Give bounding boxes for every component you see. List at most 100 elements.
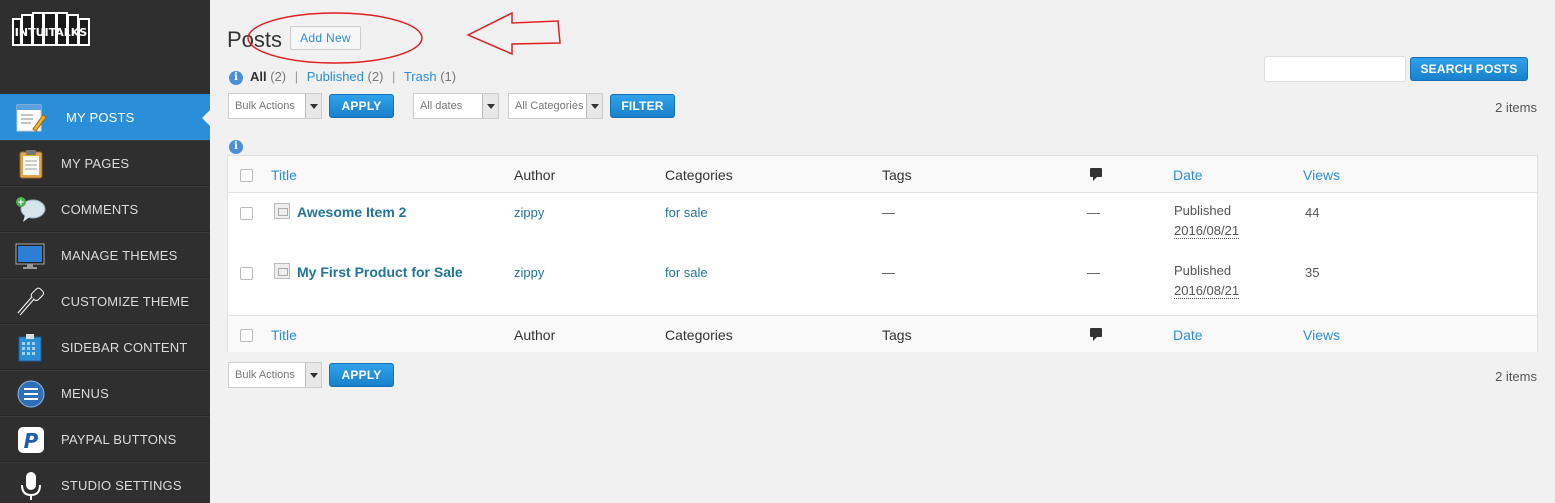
post-tags: — xyxy=(882,205,895,220)
sidebar-item-menus[interactable]: MENUS xyxy=(0,370,210,416)
sidebar-item-studio-settings[interactable]: STUDIO SETTINGS xyxy=(0,462,210,503)
table-row: My First Product for Sale zippy for sale… xyxy=(228,253,1537,313)
post-title-link[interactable]: My First Product for Sale xyxy=(297,264,463,280)
info-icon: i xyxy=(229,71,243,85)
post-status: Published xyxy=(1174,263,1232,278)
dates-select[interactable]: All dates xyxy=(413,93,499,119)
sidebar-item-label: PAYPAL BUTTONS xyxy=(61,432,177,447)
image-placeholder-icon xyxy=(274,263,290,279)
post-views: 35 xyxy=(1305,265,1320,280)
apply-button-top[interactable]: APPLY xyxy=(329,94,394,118)
row-checkbox[interactable] xyxy=(240,207,253,220)
filter-trash-count: (1) xyxy=(440,69,457,84)
column-tags: Tags xyxy=(882,327,912,343)
sidebar: INTUITALKS MY POSTS MY PAGES + COMMENTS … xyxy=(0,0,210,503)
bulk-actions-select-bottom[interactable]: Bulk Actions xyxy=(228,362,322,388)
bulk-actions-value: Bulk Actions xyxy=(235,100,295,112)
pages-icon xyxy=(19,150,43,179)
post-status: Published xyxy=(1174,203,1232,218)
sidebar-item-manage-themes[interactable]: MANAGE THEMES xyxy=(0,232,210,278)
post-category-link[interactable]: for sale xyxy=(665,205,708,220)
posts-icon xyxy=(16,104,47,132)
site-logo[interactable]: INTUITALKS xyxy=(12,10,90,52)
add-new-button[interactable]: Add New xyxy=(290,26,361,50)
table-row: Awesome Item 2 zippy for sale — — Publis… xyxy=(228,193,1537,253)
column-date[interactable]: Date xyxy=(1173,327,1203,343)
posts-table: Title Author Categories Tags Date Views … xyxy=(227,155,1538,352)
sidebar-item-label: MY POSTS xyxy=(66,110,135,125)
sidebar-item-label: MANAGE THEMES xyxy=(61,248,178,263)
post-date: Published 2016/08/21 xyxy=(1174,201,1240,241)
column-views[interactable]: Views xyxy=(1303,327,1340,343)
items-count-top: 2 items xyxy=(1495,100,1537,115)
column-date[interactable]: Date xyxy=(1173,167,1203,183)
post-tags: — xyxy=(882,265,895,280)
svg-text:P: P xyxy=(24,429,39,453)
sidebar-item-customize-theme[interactable]: CUSTOMIZE THEME xyxy=(0,278,210,324)
search-input[interactable] xyxy=(1264,56,1406,82)
paypal-icon: P xyxy=(18,427,44,453)
sidebar-item-my-pages[interactable]: MY PAGES xyxy=(0,140,210,186)
search-posts-button[interactable]: SEARCH POSTS xyxy=(1410,57,1528,81)
filter-separator: | xyxy=(294,69,299,84)
column-categories: Categories xyxy=(665,167,733,183)
filter-all[interactable]: All xyxy=(250,69,267,84)
chevron-down-icon xyxy=(586,94,602,118)
svg-text:INTUITALKS: INTUITALKS xyxy=(15,26,88,39)
chevron-down-icon xyxy=(305,94,321,118)
categories-select[interactable]: All Categories xyxy=(508,93,603,119)
post-comments: — xyxy=(1087,205,1100,220)
post-status-filters: All (2) | Published (2) | Trash (1) xyxy=(250,69,456,84)
filter-trash[interactable]: Trash xyxy=(404,69,437,84)
sidebar-item-my-posts[interactable]: MY POSTS xyxy=(0,94,210,140)
main-content: Posts Add New i All (2) | Published (2) … xyxy=(210,0,1555,503)
apply-button-bottom[interactable]: APPLY xyxy=(329,363,394,387)
comment-bubble-icon xyxy=(1090,328,1102,341)
chevron-down-icon xyxy=(482,94,498,118)
row-checkbox[interactable] xyxy=(240,267,253,280)
chevron-down-icon xyxy=(305,363,321,387)
filter-published[interactable]: Published xyxy=(307,69,364,84)
post-views: 44 xyxy=(1305,205,1320,220)
select-all-checkbox[interactable] xyxy=(240,169,253,182)
sidebar-item-paypal-buttons[interactable]: P PAYPAL BUTTONS xyxy=(0,416,210,462)
select-all-checkbox[interactable] xyxy=(240,329,253,342)
annotation-arrow xyxy=(466,11,561,56)
sidebar-item-comments[interactable]: + COMMENTS xyxy=(0,186,210,232)
filter-button[interactable]: FILTER xyxy=(610,94,675,118)
column-author: Author xyxy=(514,327,556,343)
post-author-link[interactable]: zippy xyxy=(514,265,544,280)
dates-value: All dates xyxy=(420,100,463,112)
post-comments: — xyxy=(1087,265,1100,280)
items-count-bottom: 2 items xyxy=(1495,369,1537,384)
info-icon: i xyxy=(229,140,243,154)
svg-text:+: + xyxy=(17,198,25,208)
table-footer: Title Author Categories Tags Date Views xyxy=(228,315,1537,352)
sidebar-item-label: STUDIO SETTINGS xyxy=(61,478,182,493)
eyedropper-icon xyxy=(17,287,45,316)
sidebar-item-label: CUSTOMIZE THEME xyxy=(61,294,190,309)
sidebar-nav: MY POSTS MY PAGES + COMMENTS MANAGE THEM… xyxy=(0,94,210,503)
column-categories: Categories xyxy=(665,327,733,343)
column-title[interactable]: Title xyxy=(271,167,297,183)
bulk-actions-value: Bulk Actions xyxy=(235,369,295,381)
sidebar-item-label: COMMENTS xyxy=(61,202,139,217)
sidebar-item-sidebar-content[interactable]: SIDEBAR CONTENT xyxy=(0,324,210,370)
categories-value: All Categories xyxy=(515,100,584,112)
sidebar-icon xyxy=(18,334,42,362)
menu-icon xyxy=(17,380,45,408)
column-title[interactable]: Title xyxy=(271,327,297,343)
column-views[interactable]: Views xyxy=(1303,167,1340,183)
column-author: Author xyxy=(514,167,556,183)
filter-all-count: (2) xyxy=(270,69,287,84)
post-date: Published 2016/08/21 xyxy=(1174,261,1240,301)
page-title: Posts xyxy=(227,27,283,52)
post-author-link[interactable]: zippy xyxy=(514,205,544,220)
sidebar-item-label: MY PAGES xyxy=(61,156,130,171)
bulk-actions-select-top[interactable]: Bulk Actions xyxy=(228,93,322,119)
column-tags: Tags xyxy=(882,167,912,183)
table-header: Title Author Categories Tags Date Views xyxy=(228,156,1537,193)
sidebar-item-label: MENUS xyxy=(61,386,109,401)
post-title-link[interactable]: Awesome Item 2 xyxy=(297,204,406,220)
post-category-link[interactable]: for sale xyxy=(665,265,708,280)
